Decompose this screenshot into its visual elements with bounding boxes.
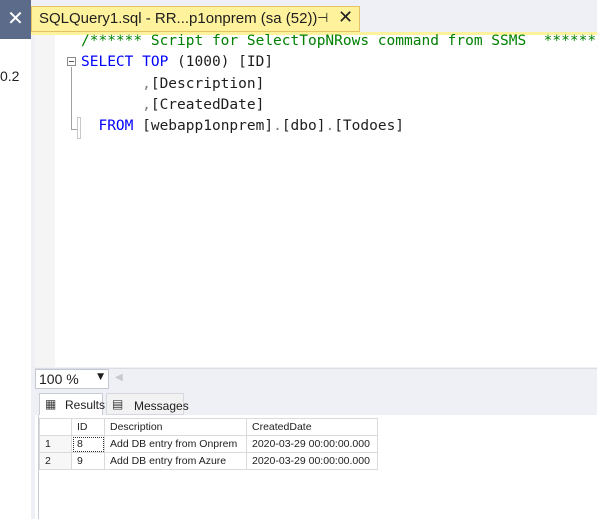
code-line-select[interactable]: SELECT TOP (1000) [ID] xyxy=(81,52,273,73)
select-rest: (1000) [ID] xyxy=(168,54,274,70)
cell-description[interactable]: Add DB entry from Azure xyxy=(104,452,247,470)
header-id[interactable]: ID xyxy=(71,418,105,436)
close-tab-icon[interactable]: ✕ xyxy=(338,7,353,28)
outline-guide xyxy=(71,67,72,129)
pin-icon[interactable]: ⊣ xyxy=(317,10,328,26)
document-tab[interactable]: SQLQuery1.sql - RR...p1onprem (sa (52)) … xyxy=(31,6,360,32)
table-row[interactable]: 2 9 Add DB entry from Azure 2020-03-29 0… xyxy=(39,452,378,470)
pane-title-bar xyxy=(0,36,31,39)
code-line-comment[interactable]: /****** Script for SelectTopNRows comman… xyxy=(81,31,597,52)
keyword-select: SELECT xyxy=(81,54,134,70)
code-line-from[interactable]: FROM [webapp1onprem].[dbo].[Todoes] xyxy=(81,116,404,137)
header-createddate[interactable]: CreatedDate xyxy=(246,418,378,436)
cell-createddate[interactable]: 2020-03-29 00:00:00.000 xyxy=(246,452,378,470)
cell-description[interactable]: Add DB entry from Onprem xyxy=(104,435,247,453)
messages-icon: ▤ xyxy=(112,397,124,411)
zoom-value: 100 % xyxy=(39,371,79,387)
cell-id[interactable]: 9 xyxy=(71,452,105,470)
editor-changebar xyxy=(55,35,59,367)
column-createddate: [CreatedDate] xyxy=(150,97,265,113)
editor-gutter xyxy=(35,35,55,367)
comma: , xyxy=(142,76,151,92)
database-name: [webapp1onprem] xyxy=(133,118,274,134)
keyword-from: FROM xyxy=(98,118,134,134)
grid-icon: ▦ xyxy=(45,397,57,411)
table-name: [Todoes] xyxy=(334,118,405,134)
header-description[interactable]: Description xyxy=(104,418,247,436)
grid-header-row: ID Description CreatedDate xyxy=(39,418,378,436)
zoom-dropdown[interactable]: 100 % ▼ xyxy=(35,369,109,389)
tab-results-label: Results xyxy=(65,398,106,412)
tab-results[interactable]: ▦ Results xyxy=(39,393,106,415)
scroll-left-icon[interactable]: ◀ xyxy=(115,372,123,383)
keyword-top: TOP xyxy=(142,54,169,70)
column-description: [Description] xyxy=(150,76,265,92)
table-row[interactable]: 1 8 Add DB entry from Onprem 2020-03-29 … xyxy=(39,435,378,453)
header-rownum[interactable] xyxy=(39,418,72,436)
row-number[interactable]: 1 xyxy=(39,435,72,453)
tree-node-fragment[interactable]: 0.2 xyxy=(0,68,19,84)
cell-createddate[interactable]: 2020-03-29 00:00:00.000 xyxy=(246,435,378,453)
schema-name: [dbo] xyxy=(281,118,326,134)
tab-messages-label: Messages xyxy=(134,399,189,413)
dot: . xyxy=(325,118,335,134)
tab-messages[interactable]: ▤ Messages xyxy=(106,393,189,415)
code-line-description[interactable]: ,[Description] xyxy=(81,74,264,95)
chevron-down-icon[interactable]: ▼ xyxy=(97,372,104,382)
results-grid[interactable]: ID Description CreatedDate 1 8 Add DB en… xyxy=(39,418,378,470)
close-icon[interactable]: ✕ xyxy=(0,0,31,36)
collapse-toggle-icon[interactable] xyxy=(67,57,76,66)
comma: , xyxy=(142,97,151,113)
document-tab-title: SQLQuery1.sql - RR...p1onprem (sa (52)) xyxy=(39,10,318,27)
row-number[interactable]: 2 xyxy=(39,452,72,470)
code-line-createddate[interactable]: ,[CreatedDate] xyxy=(81,95,264,116)
cell-id[interactable]: 8 xyxy=(71,435,105,453)
dot: . xyxy=(273,118,282,134)
